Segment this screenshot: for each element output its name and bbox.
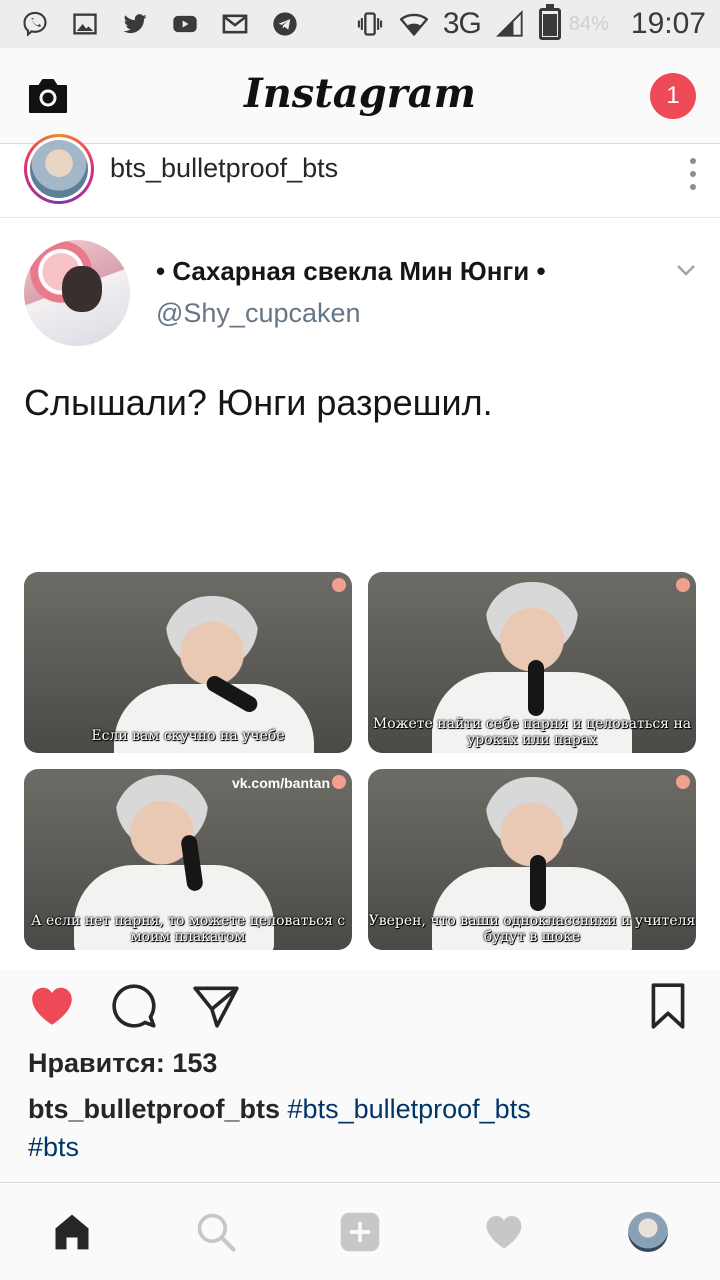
- post-caption: bts_bulletproof_bts #bts_bulletproof_bts…: [28, 1090, 692, 1166]
- share-icon[interactable]: [190, 980, 242, 1032]
- vibrate-icon: [355, 9, 385, 39]
- photo-panel-4: Уверен, что ваши одноклассники и учителя…: [368, 769, 696, 950]
- more-options-icon[interactable]: [690, 157, 696, 190]
- panel-caption: А если нет парня, то можете целоваться с…: [30, 913, 346, 945]
- hashtag-link[interactable]: #bts_bulletproof_bts: [288, 1094, 531, 1124]
- photo-panel-2: Можете найти себе парня и целоваться на …: [368, 572, 696, 753]
- status-right-icons: 3G 84% 19:07: [355, 4, 706, 41]
- panel-caption: Можете найти себе парня и целоваться на …: [372, 716, 692, 748]
- caption-username[interactable]: bts_bulletproof_bts: [28, 1094, 280, 1124]
- post-username[interactable]: bts_bulletproof_bts: [110, 153, 338, 184]
- telegram-icon: [270, 9, 300, 39]
- battery-percent: 84%: [568, 12, 609, 35]
- tweet-handle: @Shy_cupcaken: [156, 298, 361, 328]
- photo-panel-3: vk.com/bantan А если нет парня, то может…: [24, 769, 352, 950]
- app-header: Instagram 1: [0, 48, 720, 144]
- photo-panel-1: Если вам скучно на учебе: [24, 572, 352, 753]
- photo-grid: Если вам скучно на учебе Можете найти се…: [24, 572, 696, 950]
- tweet-display-name: • Сахарная свекла Мин Юнги •: [156, 256, 546, 286]
- panel-caption: Если вам скучно на учебе: [91, 728, 285, 744]
- notification-badge[interactable]: 1: [650, 72, 696, 119]
- user-avatar[interactable]: [24, 133, 94, 204]
- wifi-icon: [399, 9, 429, 39]
- viber-icon: [20, 9, 50, 39]
- gallery-icon: [70, 9, 100, 39]
- comment-icon[interactable]: [108, 980, 160, 1032]
- add-icon[interactable]: [332, 1204, 388, 1260]
- battery-icon: [538, 4, 561, 40]
- hashtag-link[interactable]: #bts: [28, 1132, 79, 1162]
- like-heart-icon[interactable]: [26, 980, 78, 1032]
- likes-count[interactable]: Нравится: 153: [28, 1048, 217, 1079]
- bottom-navigation: [0, 1182, 720, 1280]
- home-icon[interactable]: [44, 1204, 100, 1260]
- instagram-logo: Instagram: [244, 70, 476, 117]
- status-left-icons: [20, 9, 300, 39]
- panel-dot: [676, 775, 690, 789]
- tweet-text: Слышали? Юнги разрешил.: [24, 382, 493, 423]
- panel-caption: Уверен, что ваши одноклассники и учителя…: [368, 913, 696, 945]
- post-actions: [0, 970, 720, 1042]
- post-header: bts_bulletproof_bts: [0, 133, 720, 218]
- panel-dot: [676, 578, 690, 592]
- twitter-icon: [120, 9, 150, 39]
- network-type: 3G: [442, 7, 482, 40]
- heart-icon[interactable]: [476, 1204, 532, 1260]
- panel-watermark: vk.com/bantan: [231, 775, 330, 791]
- bookmark-icon[interactable]: [642, 980, 694, 1032]
- post-image[interactable]: • Сахарная свекла Мин Юнги • @Shy_cupcak…: [0, 218, 720, 970]
- tweet-avatar: [24, 240, 130, 346]
- youtube-icon: [170, 9, 200, 39]
- search-icon[interactable]: [188, 1204, 244, 1260]
- status-bar: 3G 84% 19:07: [0, 0, 720, 48]
- clock: 19:07: [630, 7, 706, 40]
- panel-dot: [332, 775, 346, 789]
- panel-dot: [332, 578, 346, 592]
- gmail-icon: [220, 9, 250, 39]
- signal-icon: [495, 9, 525, 39]
- profile-avatar[interactable]: [620, 1204, 676, 1260]
- chevron-down-icon: [677, 265, 695, 276]
